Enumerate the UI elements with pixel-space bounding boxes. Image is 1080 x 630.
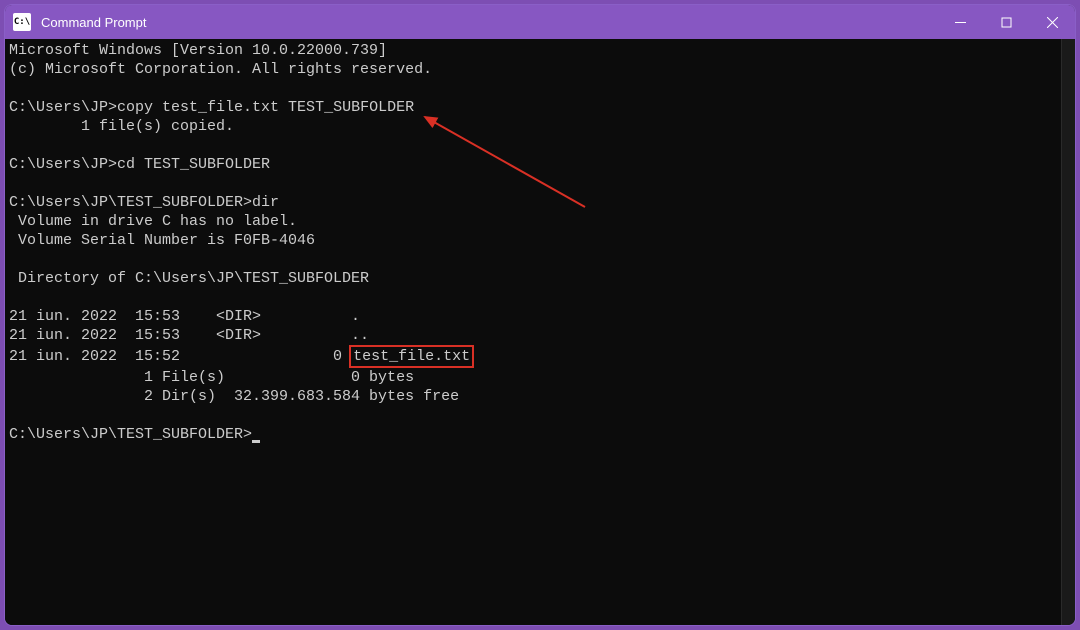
summary-dirs: 2 Dir(s) 32.399.683.584 bytes free bbox=[9, 388, 459, 405]
prompt-4: C:\Users\JP\TEST_SUBFOLDER> bbox=[9, 426, 260, 443]
close-button[interactable] bbox=[1029, 5, 1075, 39]
maximize-button[interactable] bbox=[983, 5, 1029, 39]
dir-entry-3: 21 iun. 2022 15:52 0 test_file.txt bbox=[9, 348, 474, 365]
window-controls bbox=[937, 5, 1075, 39]
highlighted-filename: test_file.txt bbox=[349, 345, 474, 368]
window-title: Command Prompt bbox=[41, 15, 937, 30]
prompt-2: C:\Users\JP>cd TEST_SUBFOLDER bbox=[9, 156, 270, 173]
directory-of: Directory of C:\Users\JP\TEST_SUBFOLDER bbox=[9, 270, 369, 287]
minimize-button[interactable] bbox=[937, 5, 983, 39]
cursor-icon bbox=[252, 440, 260, 443]
terminal-output[interactable]: Microsoft Windows [Version 10.0.22000.73… bbox=[5, 39, 1061, 625]
version-line: Microsoft Windows [Version 10.0.22000.73… bbox=[9, 42, 387, 59]
cmd-icon: C:\ bbox=[13, 13, 31, 31]
scrollbar[interactable] bbox=[1061, 39, 1075, 625]
titlebar[interactable]: C:\ Command Prompt bbox=[5, 5, 1075, 39]
volume-info-2: Volume Serial Number is F0FB-4046 bbox=[9, 232, 315, 249]
copyright-line: (c) Microsoft Corporation. All rights re… bbox=[9, 61, 432, 78]
dir-entry-1: 21 iun. 2022 15:53 <DIR> . bbox=[9, 308, 360, 325]
prompt-3: C:\Users\JP\TEST_SUBFOLDER>dir bbox=[9, 194, 279, 211]
volume-info-1: Volume in drive C has no label. bbox=[9, 213, 297, 230]
copy-result: 1 file(s) copied. bbox=[9, 118, 234, 135]
summary-files: 1 File(s) 0 bytes bbox=[9, 369, 414, 386]
dir-entry-2: 21 iun. 2022 15:53 <DIR> .. bbox=[9, 327, 369, 344]
command-prompt-window: C:\ Command Prompt Microsoft Windows [Ve… bbox=[4, 4, 1076, 626]
prompt-1: C:\Users\JP>copy test_file.txt TEST_SUBF… bbox=[9, 99, 414, 116]
annotation-arrow-icon bbox=[415, 107, 595, 217]
